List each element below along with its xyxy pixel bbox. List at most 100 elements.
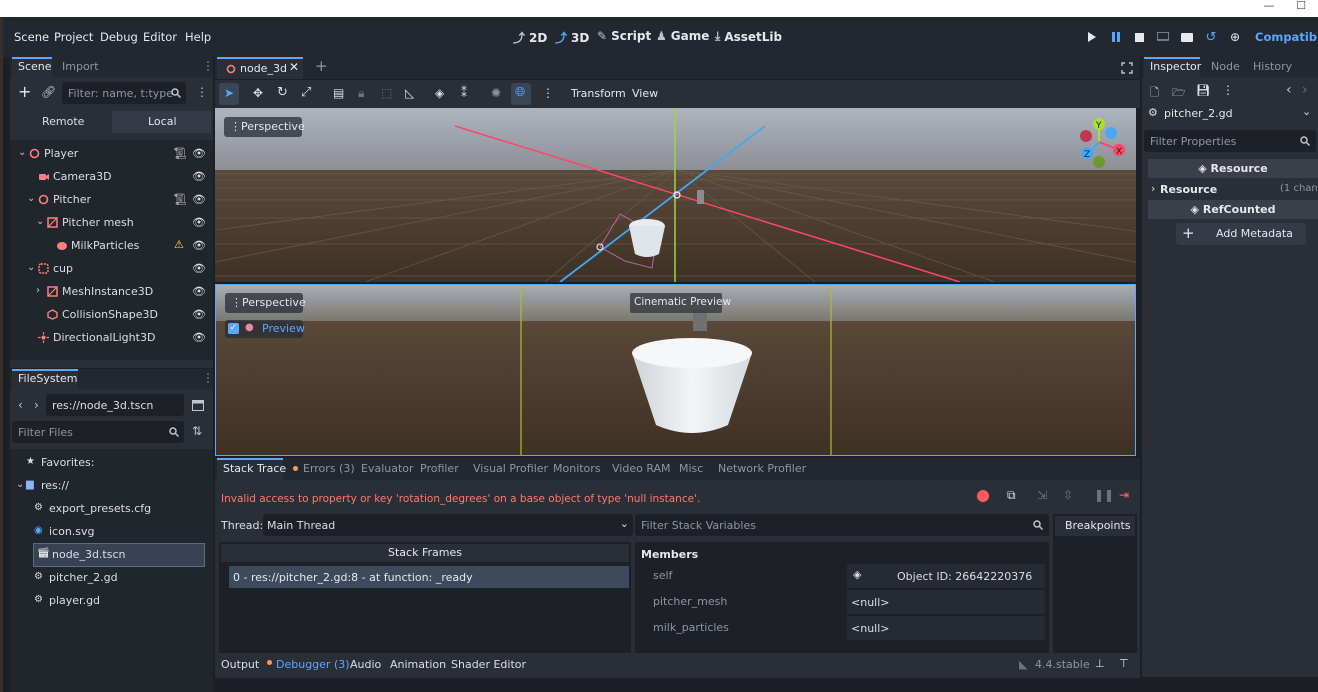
step-over-icon[interactable]: ⇳ bbox=[1063, 488, 1073, 502]
pause-button[interactable] bbox=[1107, 30, 1123, 44]
chevron-right-icon[interactable]: › bbox=[36, 285, 40, 296]
ruler-icon[interactable]: ◺ bbox=[405, 86, 414, 100]
scene-tree-row[interactable]: MilkParticles ⚠ 👁︎ bbox=[10, 235, 206, 257]
maximize-icon[interactable]: ☐ bbox=[1294, 0, 1308, 12]
renderer-selector[interactable]: Compatibili bbox=[1255, 30, 1318, 44]
visibility-eye-icon[interactable]: 👁︎ bbox=[192, 331, 206, 344]
breakpoint-toggle-icon[interactable] bbox=[977, 490, 989, 502]
continue-icon[interactable]: ⇥ bbox=[1119, 488, 1129, 502]
add-metadata-button[interactable]: + Add Metadata bbox=[1176, 223, 1306, 245]
orientation-gizmo[interactable]: Y X Z bbox=[1073, 116, 1129, 172]
back-icon[interactable]: ‹ bbox=[18, 398, 23, 412]
viewport-top[interactable]: ⋮ Perspective Y X Z bbox=[215, 108, 1136, 282]
local-button[interactable]: Local bbox=[112, 111, 211, 133]
scene-tree-row[interactable]: ⌄ Player 📜︎ 👁︎ bbox=[10, 143, 206, 165]
file-tree-row[interactable]: ⚙ export_presets.cfg bbox=[10, 498, 213, 520]
workspace-game[interactable]: ♟ Game bbox=[656, 29, 709, 43]
thread-select[interactable]: Main Thread ⌄ bbox=[263, 514, 633, 536]
preview-toggle[interactable]: ✓ ● Preview bbox=[225, 320, 305, 338]
debugger-tab[interactable]: Misc bbox=[679, 462, 703, 475]
scene-tree-row[interactable]: ⌄ Pitcher 📜︎ 👁︎ bbox=[10, 189, 206, 211]
link-icon[interactable]: 🔗︎ bbox=[41, 85, 56, 99]
scene-tree-row[interactable]: Camera3D 👁︎ bbox=[10, 166, 206, 188]
inspector-menu-icon[interactable]: ⋮ bbox=[1222, 83, 1234, 97]
scene-tree-row[interactable]: DirectionalLight3D 👁︎ bbox=[10, 327, 206, 349]
script-icon[interactable]: 📜︎ bbox=[173, 147, 187, 160]
step-into-icon[interactable]: ⇲ bbox=[1037, 488, 1047, 502]
visibility-eye-icon[interactable]: 👁︎ bbox=[192, 262, 206, 275]
file-tree-row[interactable]: 🎬︎ node_3d.tscn bbox=[33, 543, 205, 567]
viewport-bottom[interactable]: ⋮ Perspective ✓ ● Preview Cinematic Prev… bbox=[215, 284, 1136, 456]
file-tree-row[interactable]: ★ Favorites: bbox=[10, 452, 213, 474]
menu-editor[interactable]: Editor bbox=[143, 30, 177, 44]
search-help-button[interactable]: ⊕ bbox=[1227, 30, 1243, 44]
menu-project[interactable]: Project bbox=[54, 30, 93, 44]
section-resource[interactable]: ◈ Resource bbox=[1148, 159, 1318, 178]
scene-tree-row[interactable]: › MeshInstance3D 👁︎ bbox=[10, 281, 206, 303]
tab-animation[interactable]: Animation bbox=[390, 658, 446, 671]
move-tool-icon[interactable]: ✥ bbox=[253, 86, 263, 100]
section-refcounted[interactable]: ◈ RefCounted bbox=[1148, 200, 1318, 219]
local-space-icon[interactable]: ⁑ bbox=[461, 86, 467, 100]
resource-selector[interactable]: ⚙ pitcher_2.gd ⌄ bbox=[1144, 103, 1316, 125]
visibility-eye-icon[interactable]: 👁︎ bbox=[192, 147, 206, 160]
add-node-icon[interactable]: + bbox=[18, 84, 31, 100]
filter-properties-input[interactable]: Filter Properties bbox=[1144, 130, 1316, 152]
debugger-tab[interactable]: Network Profiler bbox=[718, 462, 806, 475]
filesystem-menu-icon[interactable]: ⋮ bbox=[202, 371, 214, 385]
rotate-tool-icon[interactable]: ↻ bbox=[277, 85, 288, 100]
workspace-assetlib[interactable]: ⤓ AssetLib bbox=[715, 29, 782, 44]
history-forward-icon[interactable]: › bbox=[1302, 82, 1308, 98]
workspace-2d[interactable]: ⤴ 2D bbox=[513, 29, 547, 46]
dock-menu-icon[interactable]: ⋮ bbox=[202, 59, 214, 73]
select-tool-icon[interactable]: ➤ bbox=[224, 86, 234, 100]
file-tree-row[interactable]: ⌄ ▆ res:// bbox=[10, 475, 213, 497]
tab-output[interactable]: Output bbox=[221, 658, 259, 671]
reload-button[interactable]: ↺ bbox=[1203, 30, 1219, 45]
chevron-down-icon[interactable]: ⌄ bbox=[27, 193, 35, 204]
tab-shader-editor[interactable]: Shader Editor bbox=[451, 658, 526, 671]
play-button[interactable] bbox=[1083, 30, 1099, 44]
stop-button[interactable] bbox=[1131, 30, 1147, 44]
visibility-eye-icon[interactable]: 👁︎ bbox=[192, 170, 206, 183]
snap-icon[interactable]: ◈ bbox=[435, 86, 444, 100]
scene-tab-node3d[interactable]: node_3d ✕ bbox=[217, 57, 303, 79]
add-scene-icon[interactable]: + bbox=[315, 57, 328, 75]
file-tree-row[interactable]: ⚙ pitcher_2.gd bbox=[10, 567, 213, 589]
path-field[interactable]: res://node_3d.tscn bbox=[46, 394, 184, 416]
workspace-script[interactable]: ✎ Script bbox=[597, 29, 651, 43]
sun-preview-icon[interactable]: ✺ bbox=[491, 86, 501, 100]
warning-icon[interactable]: ⚠ bbox=[174, 238, 184, 251]
tab-node[interactable]: Node bbox=[1211, 60, 1240, 73]
tab-scene[interactable]: Scene bbox=[18, 60, 52, 73]
visibility-eye-icon[interactable]: 👁︎ bbox=[192, 216, 206, 229]
forward-icon[interactable]: › bbox=[34, 398, 39, 412]
tab-audio[interactable]: Audio bbox=[350, 658, 381, 671]
debugger-tab[interactable]: Visual Profiler bbox=[473, 462, 548, 475]
scale-tool-icon[interactable]: ⤢ bbox=[301, 85, 311, 100]
globe-icon[interactable]: 🌐︎ bbox=[515, 85, 525, 100]
filter-files-input[interactable]: Filter Files bbox=[12, 421, 184, 443]
menu-help[interactable]: Help bbox=[185, 30, 211, 44]
copy-error-icon[interactable]: ⧉ bbox=[1007, 488, 1016, 503]
member-value-field[interactable]: <null> bbox=[847, 590, 1045, 614]
visibility-eye-icon[interactable]: 👁︎ bbox=[192, 239, 206, 252]
script-icon[interactable]: 📜︎ bbox=[173, 193, 187, 206]
scene-filter-input[interactable]: Filter: name, t:type, g: bbox=[62, 82, 186, 104]
scene-options-icon[interactable]: ⋮ bbox=[196, 85, 208, 99]
chevron-down-icon[interactable]: ⌄ bbox=[36, 216, 44, 227]
file-tree-row[interactable]: ⚙ player.gd bbox=[10, 590, 213, 612]
tab-filesystem[interactable]: FileSystem bbox=[18, 372, 77, 385]
layout-toggle-icon[interactable] bbox=[192, 400, 204, 411]
more-options-icon[interactable]: ⋮ bbox=[542, 86, 554, 100]
minimize-icon[interactable]: — bbox=[1262, 0, 1276, 12]
menu-debug[interactable]: Debug bbox=[100, 30, 138, 44]
stack-frame-row[interactable]: 0 - res://pitcher_2.gd:8 - at function: … bbox=[229, 566, 629, 588]
group-icon[interactable]: ⬚ bbox=[381, 86, 392, 100]
open-folder-icon[interactable]: 🗁︎ bbox=[1172, 84, 1186, 103]
break-icon[interactable]: ❚❚ bbox=[1094, 488, 1114, 502]
distraction-free-icon[interactable] bbox=[1121, 62, 1133, 74]
tab-import[interactable]: Import bbox=[62, 60, 99, 73]
debugger-tab[interactable]: Profiler bbox=[420, 462, 459, 475]
chevron-down-icon[interactable]: ⌄ bbox=[27, 262, 35, 273]
